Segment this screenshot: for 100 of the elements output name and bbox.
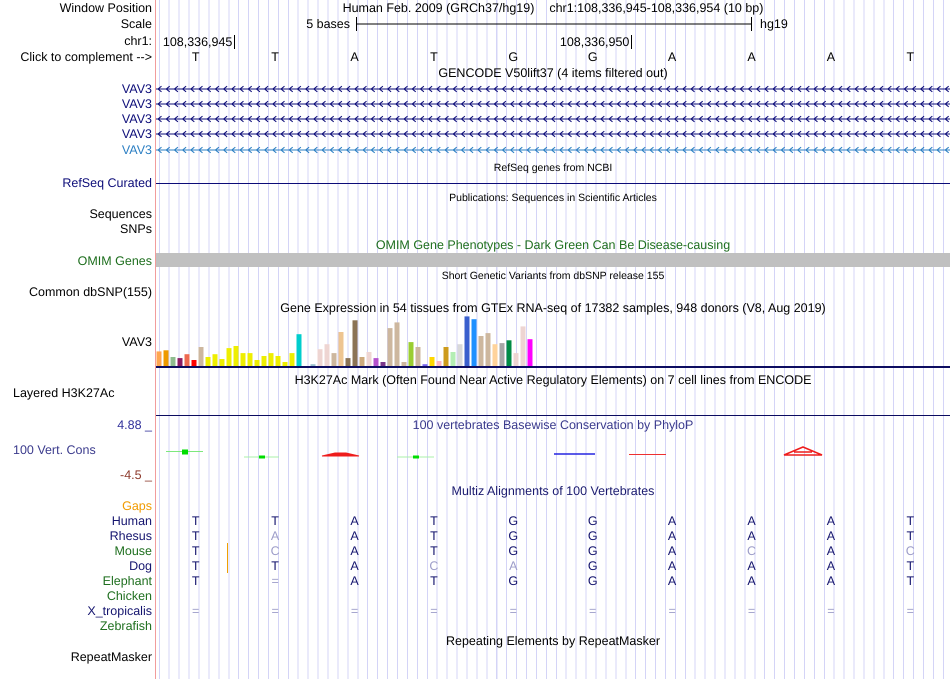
expression-bar — [464, 316, 470, 366]
base-letter: G — [588, 544, 598, 558]
track-label[interactable]: OMIM Genes — [78, 254, 152, 268]
axis-min-label: -4.5 _ — [120, 468, 152, 482]
base-letter: = — [430, 604, 438, 618]
species-label[interactable]: X_tropicalis — [87, 604, 152, 618]
complement-link[interactable]: Click to complement --> — [20, 50, 152, 64]
expression-bar — [388, 328, 392, 366]
expression-bar — [374, 358, 378, 366]
track-label[interactable]: VAV3 — [122, 82, 152, 96]
track-label[interactable]: RefSeq Curated — [62, 176, 152, 190]
expression-bar — [366, 352, 372, 366]
base-letter: A — [350, 528, 359, 542]
base-letter: C — [270, 544, 280, 558]
base-letter: A — [747, 514, 756, 528]
base-letter: A — [747, 558, 756, 572]
ruler-tick-label: 108,336,950 — [560, 35, 632, 49]
track-label[interactable]: VAV3 — [122, 96, 152, 110]
base-letter: G — [508, 50, 518, 64]
base-letter: A — [668, 544, 676, 558]
species-label[interactable]: Rhesus — [110, 528, 152, 542]
row-label: Window Position — [60, 1, 152, 15]
position-range: chr1:108,336,945-108,336,954 (10 bp) — [549, 1, 764, 15]
axis-max-label: 4.88 _ — [117, 418, 152, 432]
track-label[interactable]: RepeatMasker — [70, 650, 152, 664]
expression-bar — [290, 353, 294, 366]
track-label[interactable]: 100 Vert. Cons — [13, 443, 96, 457]
base-letter: = — [510, 604, 517, 618]
track-label[interactable]: SNPs — [120, 222, 152, 236]
track-title: Gene Expression in 54 tissues from GTEx RNA-seq of 17382 samples, 948 donors (V8, Aug 2019) — [280, 301, 826, 315]
track-title: RefSeq genes from NCBI — [494, 162, 612, 174]
conservation-peak — [783, 446, 823, 456]
base-letter: T — [906, 574, 914, 588]
base-letter: T — [430, 574, 438, 588]
base-letter: = — [668, 604, 676, 618]
expression-bar — [492, 344, 498, 366]
track-label[interactable]: VAV3 — [122, 126, 152, 140]
base-letter: A — [509, 558, 518, 572]
track-label[interactable]: Common dbSNP(155) — [29, 285, 152, 299]
base-letter: T — [430, 544, 438, 558]
expression-bar — [234, 346, 238, 366]
base-letter: T — [192, 574, 200, 588]
expression-bar — [268, 353, 274, 366]
base-letter: A — [826, 514, 836, 528]
expression-bar — [528, 339, 532, 366]
base-letter: G — [588, 558, 598, 572]
base-letter: A — [350, 544, 359, 558]
expression-bar — [226, 348, 232, 366]
species-label[interactable]: Zebrafish — [100, 618, 152, 632]
track-label[interactable]: VAV3 — [122, 112, 152, 126]
expression-bar — [248, 353, 252, 366]
species-label[interactable]: Elephant — [102, 574, 152, 588]
track-label[interactable]: Layered H3K27Ac — [13, 386, 114, 400]
expression-bar — [346, 358, 350, 366]
conservation-mark — [396, 456, 434, 458]
track-title: Short Genetic Variants from dbSNP release 155 — [442, 270, 664, 282]
base-letter: A — [668, 50, 676, 64]
species-label[interactable]: Dog — [129, 558, 152, 572]
track-label[interactable]: VAV3 — [122, 143, 152, 157]
species-label[interactable]: Chicken — [106, 588, 152, 602]
track-label[interactable]: Sequences — [89, 206, 152, 220]
expression-bar — [408, 342, 414, 366]
base-letter: = — [271, 574, 279, 588]
expression-bar — [520, 326, 526, 366]
base-letter: A — [350, 574, 359, 588]
base-letter: A — [747, 528, 756, 542]
expression-bar — [240, 353, 246, 366]
gene-feature[interactable] — [156, 115, 950, 122]
expression-bar — [212, 354, 218, 366]
species-label[interactable]: Human — [112, 514, 152, 528]
track-title: GENCODE V50lift37 (4 items filtered out) — [438, 66, 668, 80]
expression-bar — [450, 352, 456, 366]
track-title: Publications: Sequences in Scientific Articles — [449, 192, 657, 204]
expression-bar — [170, 357, 176, 366]
gene-feature[interactable] — [156, 100, 950, 107]
gene-feature[interactable] — [156, 130, 950, 137]
expression-bar — [254, 360, 260, 366]
base-letter: A — [668, 528, 676, 542]
conservation-mark — [166, 450, 204, 454]
base-letter: T — [430, 50, 438, 64]
base-letter: G — [508, 574, 518, 588]
base-letter: T — [906, 50, 914, 64]
expression-bar — [360, 357, 364, 366]
gene-feature-line[interactable] — [156, 182, 950, 184]
base-letter: T — [906, 528, 914, 542]
assembly-label: hg19 — [760, 17, 788, 31]
expression-bar — [296, 334, 302, 366]
base-letter: T — [271, 514, 279, 528]
species-label[interactable]: Mouse — [114, 544, 152, 558]
expression-bar — [506, 340, 512, 366]
row-label: chr1: — [124, 34, 152, 48]
expression-bar — [478, 336, 484, 366]
gene-feature[interactable] — [156, 85, 950, 92]
base-letter: G — [508, 514, 518, 528]
conservation-peak — [322, 452, 360, 456]
track-label[interactable]: VAV3 — [122, 335, 152, 349]
conservation-mark — [244, 456, 280, 458]
base-letter: T — [192, 544, 200, 558]
base-letter: T — [430, 528, 438, 542]
base-letter: A — [747, 50, 756, 64]
